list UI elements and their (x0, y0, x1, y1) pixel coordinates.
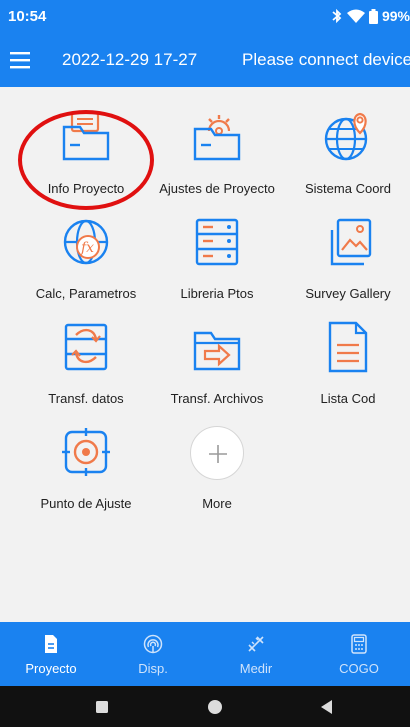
globe-pin-icon (320, 109, 376, 165)
target-icon (58, 424, 114, 480)
back-triangle-icon[interactable] (316, 696, 338, 718)
grid-item-more[interactable]: More (149, 410, 285, 511)
tab-disp[interactable]: Disp. (102, 622, 204, 686)
grid-item-label: Transf. Archivos (170, 391, 264, 406)
battery-icon (368, 8, 378, 24)
folder-document-icon (58, 109, 114, 165)
cabinet-icon (189, 214, 245, 270)
globe-fx-icon: fx (58, 214, 114, 270)
bottom-tab-bar: Proyecto Disp. Medir COGO (0, 622, 410, 686)
tab-medir[interactable]: Medir (205, 622, 307, 686)
grid-item-sistema-coord[interactable]: Sistema Coord (280, 95, 410, 196)
grid-item-punto-de-ajuste[interactable]: Punto de Ajuste (18, 410, 154, 511)
grid-item-calc-parametros[interactable]: fx Calc, Parametros (18, 200, 154, 301)
battery-percent-sign: % (397, 8, 410, 24)
calculator-icon (349, 634, 369, 654)
data-transfer-icon (58, 319, 114, 375)
grid-item-label: Libreria Ptos (180, 286, 254, 301)
svg-text:fx: fx (80, 240, 94, 256)
grid-item-label: Lista Cod (320, 391, 376, 406)
status-time: 10:54 (8, 8, 47, 25)
grid-item-label: Survey Gallery (305, 286, 391, 301)
grid-item-survey-gallery[interactable]: Survey Gallery (280, 200, 410, 301)
battery-level: 99 (381, 8, 398, 24)
tab-label: Proyecto (25, 661, 77, 676)
home-circle-icon[interactable] (204, 696, 226, 718)
wifi-icon (346, 9, 365, 23)
project-datetime: 2022-12-29 17-27 (62, 50, 198, 69)
grid-item-label: Ajustes de Proyecto (159, 181, 275, 196)
grid-item-transf-datos[interactable]: Transf. datos (18, 305, 154, 406)
tab-proyecto[interactable]: Proyecto (0, 622, 102, 686)
status-bar: 10:54 99% (0, 0, 410, 35)
system-navigation-bar (0, 686, 410, 727)
phone-screen: 10:54 99% 2022-12-29 17-27 Please connec… (0, 0, 410, 727)
measure-icon (246, 634, 266, 654)
app-bar: 2022-12-29 17-27 Please connect device (0, 35, 410, 87)
connection-status[interactable]: Please connect device (242, 50, 410, 70)
function-grid: Info Proyecto Ajustes de Proyecto Sistem… (0, 87, 410, 622)
grid-item-label: Transf. datos (48, 391, 124, 406)
grid-item-lista-cod[interactable]: Lista Cod (280, 305, 410, 406)
grid-item-label: Sistema Coord (305, 181, 391, 196)
document-list-icon (320, 319, 376, 375)
tab-label: Medir (239, 661, 273, 676)
bluetooth-icon (331, 8, 343, 24)
folder-arrow-icon (189, 319, 245, 375)
grid-item-ajustes-de-proyecto[interactable]: Ajustes de Proyecto (149, 95, 285, 196)
hamburger-menu-icon[interactable] (10, 49, 36, 73)
gallery-icon (320, 214, 376, 270)
grid-item-label: More (202, 496, 232, 511)
tab-cogo[interactable]: COGO (308, 622, 410, 686)
recents-square-icon[interactable] (91, 696, 113, 718)
folder-gear-icon (189, 109, 245, 165)
grid-item-libreria-ptos[interactable]: Libreria Ptos (149, 200, 285, 301)
tab-label: Disp. (138, 661, 168, 676)
grid-item-info-proyecto[interactable]: Info Proyecto (18, 95, 154, 196)
tab-label: COGO (339, 661, 379, 676)
status-icons: 99% (331, 8, 410, 24)
device-signal-icon (143, 634, 163, 654)
grid-item-transf-archivos[interactable]: Transf. Archivos (149, 305, 285, 406)
plus-icon (190, 426, 244, 480)
grid-item-label: Punto de Ajuste (40, 496, 132, 511)
grid-item-label: Info Proyecto (47, 181, 125, 196)
grid-item-label: Calc, Parametros (35, 286, 137, 301)
project-file-icon (41, 634, 61, 654)
